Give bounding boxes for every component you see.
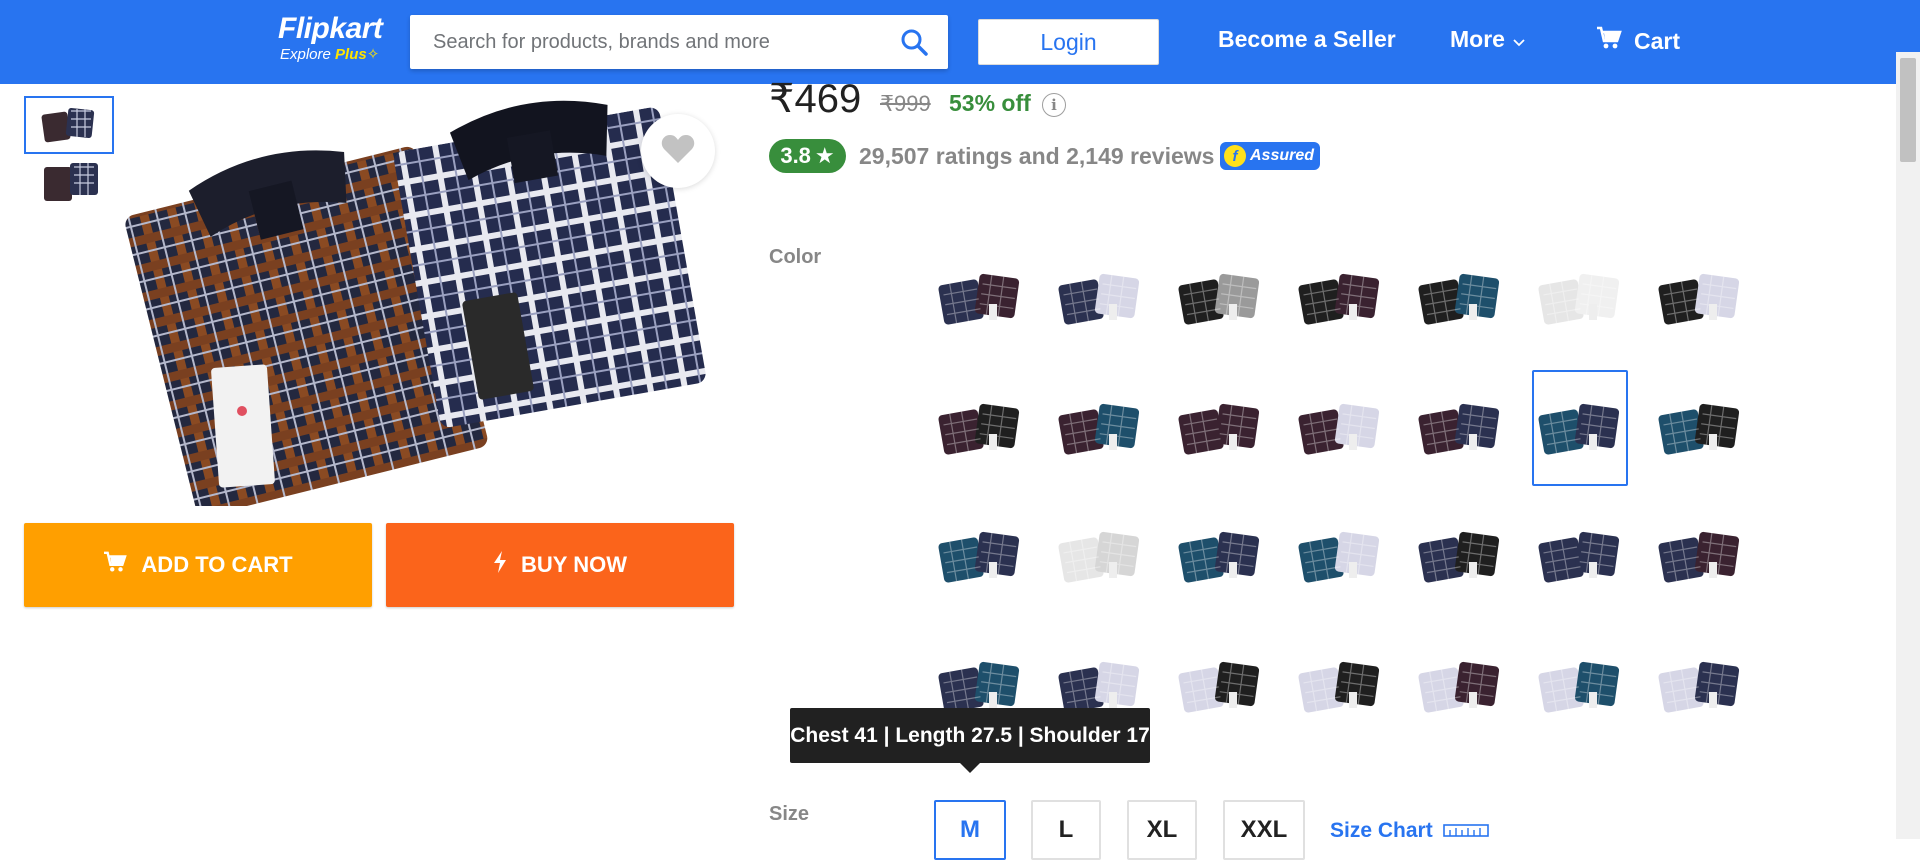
search-icon[interactable] [900,28,928,56]
size-label: Size [769,803,810,825]
rating-value: 3.8 [780,143,811,168]
color-swatch[interactable] [932,498,1028,614]
search-input[interactable] [410,15,880,69]
color-swatch[interactable] [1412,628,1508,744]
color-swatch[interactable] [1652,498,1748,614]
color-swatch[interactable] [1532,370,1628,486]
ruler-icon [1442,819,1489,843]
color-swatch[interactable] [1412,370,1508,486]
more-menu[interactable]: More [1450,26,1525,53]
gallery-thumbnail[interactable] [24,154,114,212]
become-seller-link[interactable]: Become a Seller [1218,26,1396,53]
cart-icon [103,551,128,579]
scrollbar-thumb[interactable] [1900,58,1916,162]
color-swatch[interactable] [1172,628,1268,744]
color-swatch[interactable] [1412,240,1508,356]
assured-logo-icon: f [1224,145,1246,167]
color-label: Color [769,246,822,268]
size-option-l[interactable]: L [1031,800,1101,860]
color-swatch[interactable] [1292,498,1388,614]
color-swatch[interactable] [1172,370,1268,486]
size-option-xxl[interactable]: XXL [1223,800,1305,860]
cart-link[interactable]: Cart [1596,26,1680,56]
size-option-m[interactable]: M [934,800,1006,860]
info-icon[interactable]: i [1042,93,1066,117]
cart-label: Cart [1634,27,1681,54]
cart-icon [1596,26,1622,56]
color-swatch[interactable] [1052,370,1148,486]
size-chart-label: Size Chart [1330,819,1433,842]
discount-percent: 53% off [949,90,1031,116]
logo-tagline: Explore Plus✧ [280,46,380,63]
flipkart-logo[interactable]: Flipkart Explore Plus✧ [278,12,383,64]
add-to-cart-button[interactable]: ADD TO CART [24,523,372,607]
add-to-cart-label: ADD TO CART [141,552,293,577]
color-swatch[interactable] [932,370,1028,486]
size-option-xl[interactable]: XL [1127,800,1197,860]
selling-price: ₹469 [769,77,862,121]
color-swatch[interactable] [1052,240,1148,356]
color-swatch[interactable] [1172,498,1268,614]
heart-icon [661,134,695,169]
more-label: More [1450,26,1505,52]
color-swatch[interactable] [1172,240,1268,356]
lightning-icon [493,551,507,579]
color-swatch[interactable] [1532,498,1628,614]
color-swatch[interactable] [1652,628,1748,744]
assured-label: Assured [1250,147,1315,164]
search-box [410,15,948,69]
color-swatch[interactable] [1532,628,1628,744]
color-swatch[interactable] [1412,498,1508,614]
color-swatch[interactable] [1652,240,1748,356]
wishlist-button[interactable] [641,114,715,188]
color-swatch[interactable] [1052,498,1148,614]
star-icon: ★ [814,143,835,168]
logo-name: Flipkart [278,12,383,45]
buy-now-button[interactable]: BUY NOW [386,523,734,607]
color-swatch[interactable] [1292,628,1388,744]
plus-icon: ✧ [366,46,380,63]
ratings-reviews-count[interactable]: 29,507 ratings and 2,149 reviews [859,143,1214,170]
original-price: ₹999 [880,91,931,116]
size-tooltip: Chest 41 | Length 27.5 | Shoulder 17 [790,708,1150,773]
login-button[interactable]: Login [978,19,1159,65]
buy-now-label: BUY NOW [521,552,627,577]
top-header: Flipkart Explore Plus✧ Login Become a Se… [0,0,1920,84]
color-swatch[interactable] [1292,240,1388,356]
gallery-thumbnail[interactable] [24,96,114,154]
size-chart-link[interactable]: Size Chart [1330,819,1489,843]
color-swatch[interactable] [1652,370,1748,486]
assured-badge: f Assured [1220,142,1320,170]
color-swatch[interactable] [932,240,1028,356]
color-swatch[interactable] [1292,370,1388,486]
page-scrollbar[interactable] [1896,52,1920,839]
chevron-down-icon [1513,26,1525,53]
color-swatch[interactable] [1532,240,1628,356]
rating-badge[interactable]: 3.8 ★ [769,139,846,173]
